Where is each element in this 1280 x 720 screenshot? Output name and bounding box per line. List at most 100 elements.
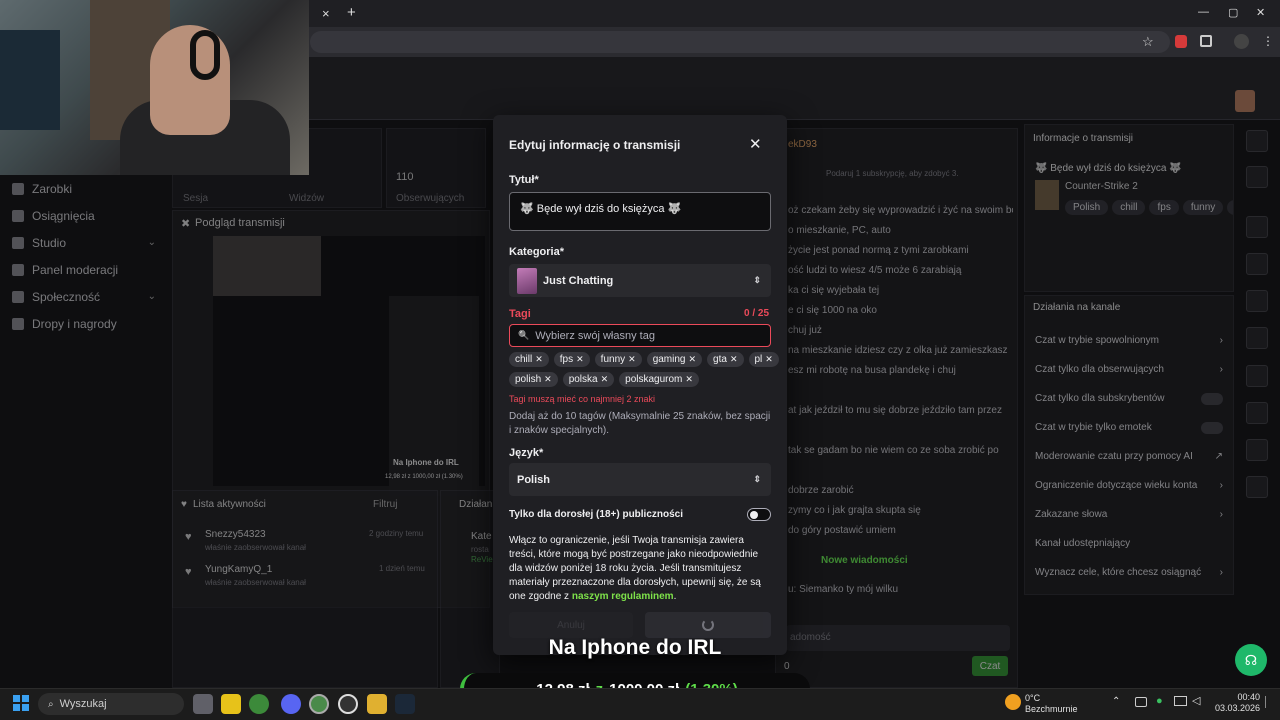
remove-tag-icon[interactable]: ✕ bbox=[730, 354, 738, 365]
edit-icon[interactable] bbox=[1246, 166, 1268, 188]
cancel-button[interactable]: Anuluj bbox=[509, 612, 633, 638]
sidebar-item-spolecznosc[interactable]: Społeczność ⌄ bbox=[0, 283, 170, 310]
activity-filter-button[interactable]: Filtruj bbox=[373, 499, 397, 510]
steam-icon[interactable] bbox=[395, 694, 415, 714]
lightning-icon[interactable] bbox=[1246, 253, 1268, 275]
chevron-right-icon: › bbox=[1219, 567, 1223, 578]
activity-user[interactable]: YungKamyQ_1 bbox=[205, 564, 272, 575]
stream-tag[interactable]: ga bbox=[1227, 200, 1233, 215]
remove-tag-icon[interactable]: ✕ bbox=[544, 374, 552, 385]
support-headset-button[interactable]: ☊ bbox=[1235, 644, 1267, 676]
remove-tag-icon[interactable]: ✕ bbox=[765, 354, 773, 365]
channel-action-label: Moderowanie czatu przy pomocy AI bbox=[1035, 451, 1193, 462]
guidelines-link[interactable]: naszym regulaminem bbox=[572, 591, 674, 602]
remove-tag-icon[interactable]: ✕ bbox=[689, 354, 697, 365]
emote-only-toggle[interactable] bbox=[1201, 421, 1223, 434]
game-box-art bbox=[1035, 180, 1059, 210]
tray-chevron-up-icon[interactable]: ⌃ bbox=[1112, 696, 1120, 707]
chat-send-button[interactable]: Czat bbox=[972, 656, 1008, 676]
language-select[interactable]: Polish ⇕ bbox=[509, 463, 771, 496]
weather-widget[interactable]: 0°C Bezchmurnie bbox=[1025, 693, 1078, 715]
sidebar-item-dropy[interactable]: Dropy i nagrody bbox=[0, 310, 170, 337]
channel-action-label: Czat tylko dla subskrybentów bbox=[1035, 393, 1165, 404]
windows-start-icon[interactable] bbox=[13, 695, 29, 711]
stream-tag[interactable]: fps bbox=[1149, 200, 1179, 215]
sidebar-item-label: Zarobki bbox=[32, 181, 73, 196]
discord-icon[interactable] bbox=[281, 694, 301, 714]
channel-action-row[interactable]: Czat w trybie spowolnionym › bbox=[1025, 326, 1233, 355]
user-avatar[interactable] bbox=[1235, 90, 1255, 112]
chat-bubble-icon[interactable] bbox=[1246, 327, 1268, 349]
quick-action-line: ReVie bbox=[471, 555, 493, 564]
extensions-puzzle-icon[interactable] bbox=[1200, 35, 1212, 47]
channel-action-row[interactable]: Wyznacz cele, które chcesz osiągnąć › bbox=[1025, 558, 1233, 587]
microphone-icon[interactable]: ● bbox=[1156, 695, 1163, 707]
bookmark-star-icon[interactable]: ☆ bbox=[1142, 34, 1154, 50]
close-window-button[interactable]: ✕ bbox=[1256, 6, 1265, 19]
remove-tag-icon[interactable]: ✕ bbox=[535, 354, 543, 365]
earnings-icon bbox=[12, 182, 24, 195]
network-icon[interactable] bbox=[1174, 696, 1187, 706]
stream-tag[interactable]: funny bbox=[1182, 200, 1224, 215]
chat-message: zymy co i jak grajta skupta się bbox=[788, 505, 921, 516]
channel-action-row[interactable]: Moderowanie czatu przy pomocy AI ↗ bbox=[1025, 442, 1233, 471]
channel-action-row[interactable]: Ograniczenie dotyczące wieku konta › bbox=[1025, 471, 1233, 500]
tag-chip: polskagurom ✕ bbox=[619, 372, 699, 387]
stat-followers-panel: 110 Obserwujących bbox=[386, 128, 486, 208]
maximize-button[interactable]: ▢ bbox=[1228, 6, 1238, 19]
save-button[interactable] bbox=[645, 612, 771, 638]
channel-action-row[interactable]: Czat tylko dla obserwujących › bbox=[1025, 355, 1233, 384]
document-icon[interactable] bbox=[1246, 290, 1268, 312]
chat-message bbox=[788, 465, 1013, 485]
wrench-icon[interactable] bbox=[1246, 439, 1268, 461]
task-view-icon[interactable] bbox=[193, 694, 213, 714]
sidebar-item-zarobki[interactable]: Zarobki bbox=[0, 175, 170, 202]
stream-title-input[interactable]: 🐺 Będe wył dziś do księżyca 🐺 bbox=[509, 192, 771, 231]
minimize-button[interactable]: — bbox=[1198, 6, 1209, 18]
file-explorer-icon[interactable] bbox=[367, 694, 387, 714]
broadcast-icon[interactable] bbox=[1246, 365, 1268, 387]
mature-content-toggle[interactable] bbox=[747, 508, 771, 521]
search-icon: ⌕ bbox=[48, 698, 54, 710]
chat-input[interactable]: adomość bbox=[786, 625, 1010, 651]
category-select[interactable]: Just Chatting ⇕ bbox=[509, 264, 771, 297]
camera-icon[interactable] bbox=[1246, 216, 1268, 238]
group-icon[interactable] bbox=[1246, 476, 1268, 498]
activity-user[interactable]: Snezzy54323 bbox=[205, 529, 266, 540]
stream-tag[interactable]: chill bbox=[1112, 200, 1146, 215]
close-icon[interactable]: ✕ bbox=[749, 135, 762, 153]
sidebar-item-label: Panel moderacji bbox=[32, 262, 119, 277]
extension-icon[interactable] bbox=[1175, 35, 1187, 48]
channel-action-row[interactable]: Zakazane słowa › bbox=[1025, 500, 1233, 529]
remove-tag-icon[interactable]: ✕ bbox=[685, 374, 693, 385]
remove-tag-icon[interactable]: ✕ bbox=[576, 354, 584, 365]
info-icon[interactable] bbox=[1246, 130, 1268, 152]
channel-points[interactable]: 0 bbox=[784, 661, 790, 672]
address-bar[interactable] bbox=[310, 31, 1170, 53]
taskbar-search[interactable]: ⌕ Wyszukaj bbox=[38, 693, 184, 715]
preview-video[interactable]: Na Iphone do IRL 12,98 zł z 1000,00 zł (… bbox=[213, 236, 485, 496]
show-desktop-button[interactable] bbox=[1265, 696, 1273, 708]
new-messages-divider[interactable]: Nowe wiadomości bbox=[821, 555, 908, 566]
notes-app-icon[interactable] bbox=[221, 694, 241, 714]
layout-icon[interactable] bbox=[1246, 402, 1268, 424]
subs-only-toggle[interactable] bbox=[1201, 392, 1223, 405]
sidebar-item-studio[interactable]: Studio ⌄ bbox=[0, 229, 170, 256]
chrome-icon[interactable] bbox=[249, 694, 269, 714]
stream-tag[interactable]: Polish bbox=[1065, 200, 1109, 215]
remove-tag-icon[interactable]: ✕ bbox=[601, 374, 609, 385]
channel-action-row[interactable]: Kanał udostępniający bbox=[1025, 529, 1233, 558]
taskbar-clock[interactable]: 00:40 03.03.2026 bbox=[1200, 692, 1260, 714]
tray-app-icon[interactable] bbox=[1135, 697, 1147, 707]
obs-icon[interactable] bbox=[338, 694, 358, 714]
profile-avatar[interactable] bbox=[1234, 34, 1249, 49]
chrome-active-icon[interactable] bbox=[309, 694, 329, 714]
tag-help-text: Dodaj aż do 10 tagów (Maksymalnie 25 zna… bbox=[509, 411, 771, 436]
tab-close-icon[interactable]: × bbox=[322, 6, 330, 21]
menu-kebab-icon[interactable]: ⋮ bbox=[1262, 34, 1274, 48]
remove-tag-icon[interactable]: ✕ bbox=[628, 354, 636, 365]
new-tab-button[interactable]: + bbox=[347, 4, 356, 21]
sidebar-item-osiagniecia[interactable]: Osiągnięcia bbox=[0, 202, 170, 229]
tag-search-input[interactable]: 🔍 Wybierz swój własny tag bbox=[509, 324, 771, 347]
sidebar-item-panel-moderacji[interactable]: Panel moderacji bbox=[0, 256, 170, 283]
